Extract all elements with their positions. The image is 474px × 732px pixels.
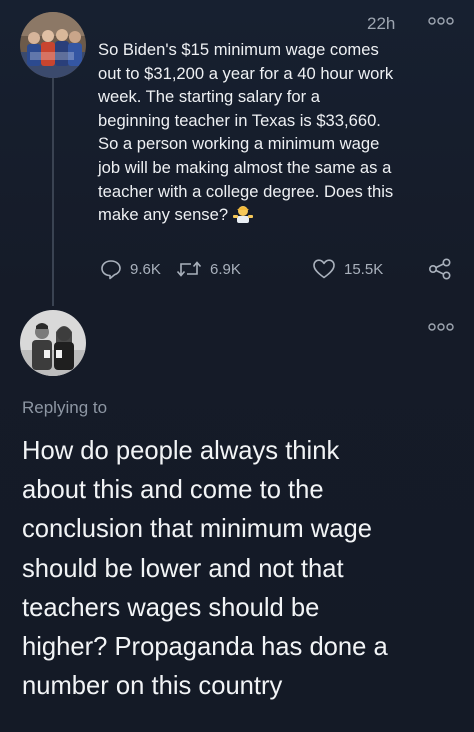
reply-author-avatar-image — [20, 310, 86, 376]
more-options-icon[interactable] — [428, 16, 454, 26]
replying-to-label[interactable]: Replying to — [22, 398, 107, 418]
author-avatar-image — [20, 12, 86, 78]
reply-more-options-icon[interactable] — [428, 322, 454, 332]
retweet-icon — [176, 261, 202, 277]
tweet-timestamp: 22h — [367, 14, 396, 33]
tweet-body-text: So Biden's $15 minimum wage comes out to… — [98, 40, 394, 225]
author-avatar[interactable] — [20, 12, 86, 78]
like-count: 15.5K — [344, 260, 384, 278]
tweet-body: So Biden's $15 minimum wage comes out to… — [98, 38, 458, 231]
tweet-thread: 22h So Biden's $15 minimum wage comes ou… — [0, 0, 474, 732]
share-icon — [428, 258, 451, 280]
reply-count: 9.6K — [130, 260, 161, 278]
reply-body-text: How do people always think about this an… — [22, 437, 388, 701]
reply-button[interactable]: 9.6K — [100, 258, 161, 280]
person-shrugging-emoji-icon — [232, 204, 253, 231]
tweet-actions-bar: 9.6K 6.9K 15.5K — [98, 258, 460, 286]
reply-icon — [101, 260, 121, 280]
retweet-button[interactable]: 6.9K — [176, 258, 241, 280]
heart-icon — [313, 259, 335, 279]
reply-author-avatar[interactable] — [20, 310, 86, 376]
thread-connector-line — [52, 78, 54, 306]
share-button[interactable] — [428, 258, 452, 280]
retweet-count: 6.9K — [210, 260, 241, 278]
like-button[interactable]: 15.5K — [312, 258, 383, 280]
